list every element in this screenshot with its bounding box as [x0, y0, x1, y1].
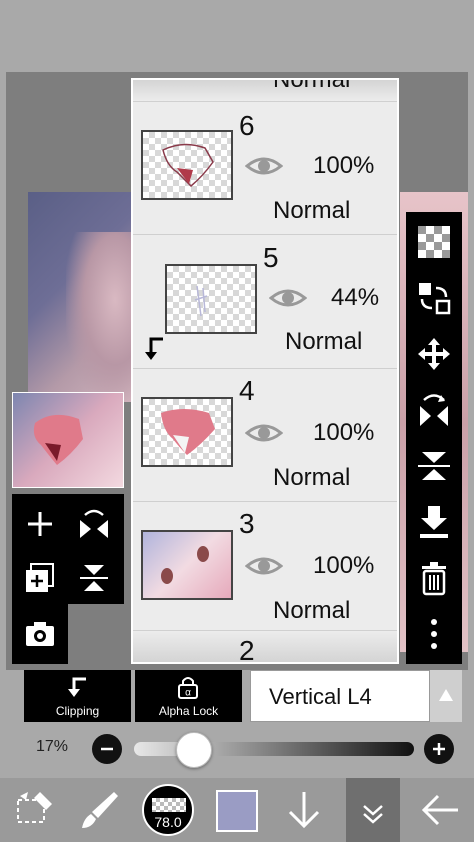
clipping-icon [68, 677, 86, 697]
merge-down-icon[interactable] [416, 504, 452, 540]
layer-blend-mode: Normal [273, 197, 351, 224]
layer-row[interactable]: 6 100% Normal [133, 102, 397, 235]
left-toolbar [12, 494, 124, 604]
artwork-canvas [28, 192, 136, 402]
layer-opacity: 44% [331, 284, 380, 311]
brush-icon[interactable] [78, 788, 122, 832]
layers-expand-button[interactable] [346, 778, 400, 842]
delete-icon[interactable] [416, 560, 452, 596]
opacity-decrease-button[interactable] [92, 734, 122, 764]
back-arrow-icon[interactable] [418, 788, 462, 832]
layer-thumbnail [141, 397, 233, 467]
more-icon[interactable] [416, 616, 452, 652]
layers-panel[interactable]: Normal 6 100% Normal 5 44% Normal 4 100%… [131, 78, 399, 664]
blend-mode-dropdown-button[interactable] [430, 670, 462, 722]
layer-thumbnail [141, 130, 233, 200]
layer-blend-mode: Normal [285, 328, 363, 355]
opacity-slider-knob[interactable] [175, 732, 212, 768]
flip-horizontal-icon[interactable] [78, 508, 110, 540]
brush-size-indicator[interactable]: 78.0 [142, 784, 194, 836]
move-icon[interactable] [416, 336, 452, 372]
layer-row[interactable]: 4 100% Normal [133, 369, 397, 502]
alpha-lock-icon: α [178, 677, 198, 699]
add-layer-icon[interactable] [24, 508, 56, 540]
layers-expand-icon [363, 805, 383, 824]
left-toolbar-camera [12, 604, 68, 664]
layer-number: 6 [239, 110, 255, 141]
visibility-eye-icon[interactable] [245, 554, 283, 578]
opacity-label: 17% [36, 738, 69, 755]
transform-icon[interactable] [12, 788, 56, 832]
down-arrow-icon[interactable] [282, 788, 326, 832]
blend-mode-value: Vertical L4 [269, 684, 372, 709]
layer-thumbnail [165, 264, 257, 334]
canvas-preview-thumbnail[interactable] [12, 392, 124, 488]
flip-horizontal-icon[interactable] [416, 392, 452, 428]
layer-opacity: 100% [313, 152, 375, 179]
layer-row[interactable]: 5 44% Normal [133, 236, 397, 369]
alpha-lock-label: Alpha Lock [158, 704, 219, 718]
opacity-increase-button[interactable] [424, 734, 454, 764]
svg-text:α: α [185, 688, 191, 699]
brush-size-icon [152, 798, 186, 812]
layer-thumbnail [141, 530, 233, 600]
layer-row-partial-bottom[interactable]: 2 [133, 630, 397, 662]
bottom-toolbar: 78.0 [0, 778, 474, 842]
visibility-eye-icon[interactable] [245, 154, 283, 178]
layer-row[interactable]: 3 100% Normal [133, 502, 397, 635]
flip-vertical-icon[interactable] [416, 448, 452, 484]
color-swatch[interactable] [216, 790, 258, 832]
layer-number: 5 [263, 242, 279, 273]
clipping-button[interactable]: Clipping [24, 670, 131, 722]
visibility-eye-icon[interactable] [245, 421, 283, 445]
layer-row-partial-top[interactable]: Normal [133, 80, 397, 102]
minus-icon [101, 747, 113, 751]
add-copy-icon[interactable] [24, 562, 56, 594]
plus-icon [433, 743, 445, 755]
layer-blend-mode: Normal [273, 597, 351, 624]
layer-number: 2 [239, 635, 255, 664]
alpha-lock-button[interactable]: α Alpha Lock [135, 670, 242, 722]
triangle-up-icon [439, 689, 453, 701]
clipping-arrow-icon [145, 337, 163, 360]
layer-number: 4 [239, 375, 255, 406]
camera-icon[interactable] [24, 618, 56, 650]
clipping-label: Clipping [55, 704, 100, 718]
brush-size-value: 78.0 [154, 814, 182, 830]
layer-opacity: 100% [313, 419, 375, 446]
swap-layer-icon[interactable] [416, 280, 452, 316]
layer-blend-mode: Normal [273, 78, 351, 93]
visibility-eye-icon[interactable] [269, 286, 307, 310]
layer-blend-mode: Normal [273, 464, 351, 491]
flip-vertical-icon[interactable] [78, 562, 110, 594]
blend-mode-select[interactable]: Vertical L4 [250, 670, 430, 722]
checker-icon[interactable] [416, 224, 452, 260]
layer-opacity: 100% [313, 552, 375, 579]
right-toolbar [406, 212, 462, 664]
layer-number: 3 [239, 508, 255, 539]
